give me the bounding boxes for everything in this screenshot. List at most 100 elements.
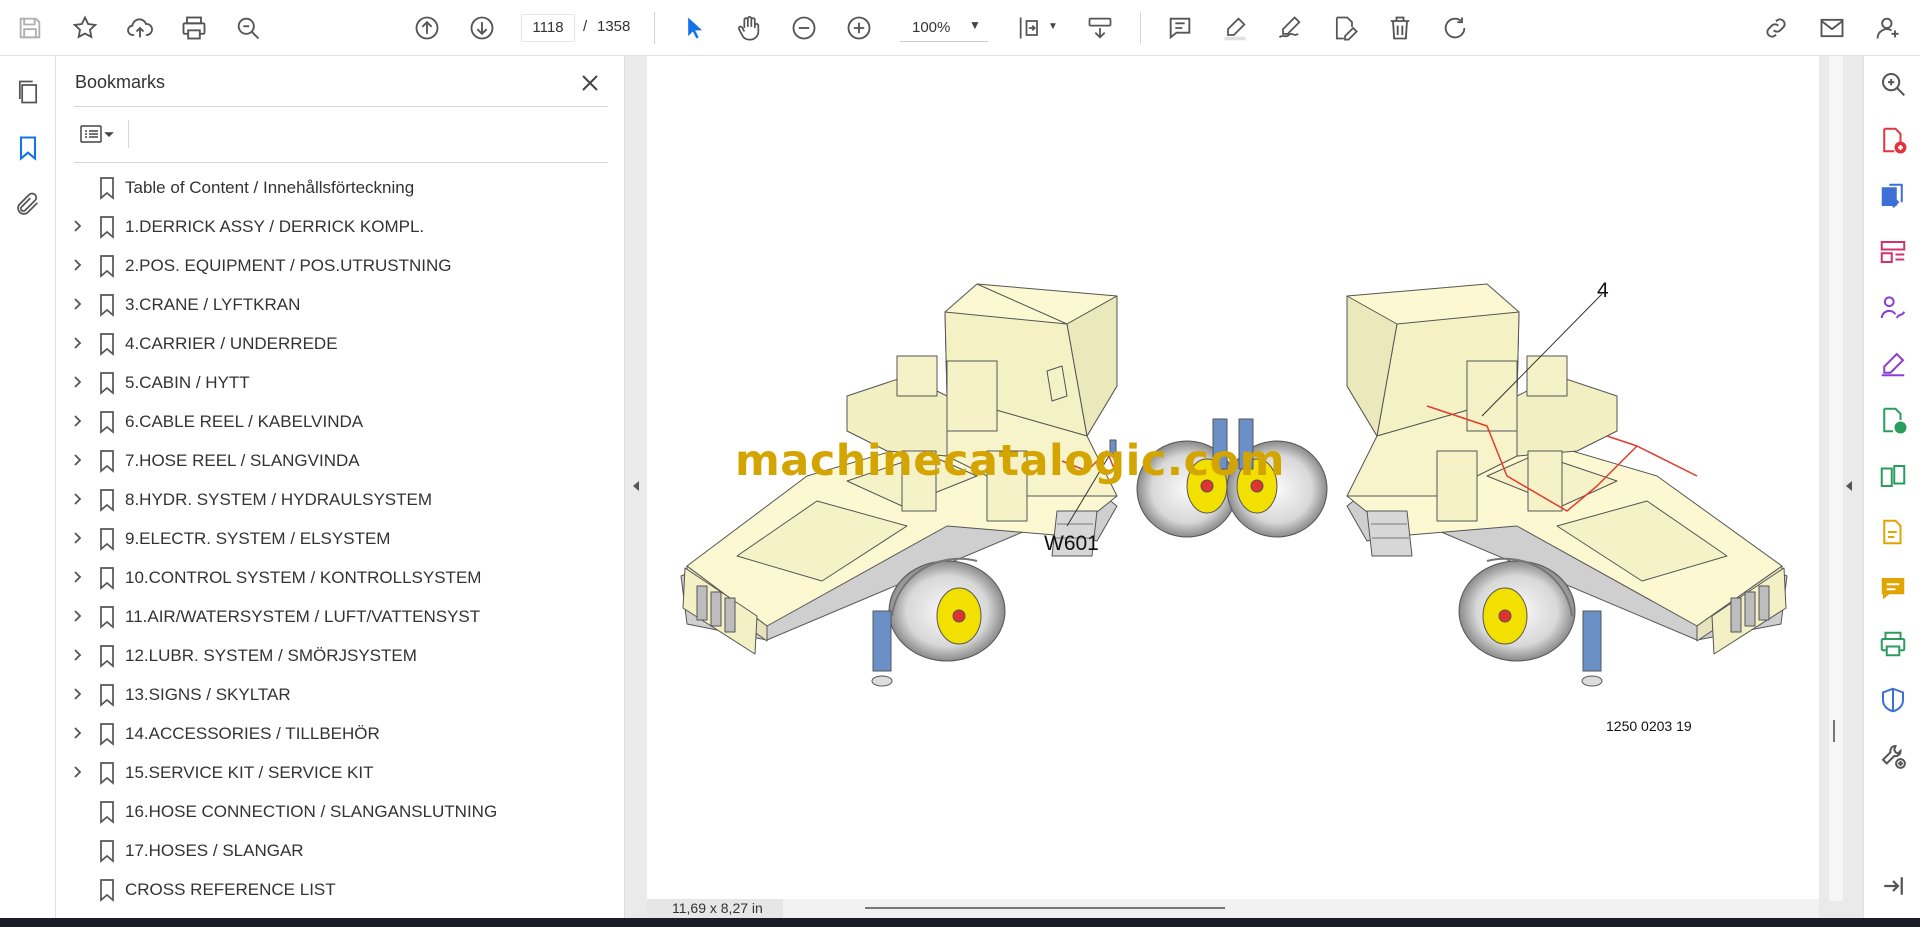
bookmark-item[interactable]: 2.POS. EQUIPMENT / POS.UTRUSTNING <box>56 246 625 285</box>
protect-icon[interactable] <box>1875 682 1911 718</box>
vertical-scrollbar[interactable] <box>1829 56 1843 901</box>
bookmark-item[interactable]: 16.HOSE CONNECTION / SLANGANSLUTNING <box>56 792 625 831</box>
upload-cloud-icon[interactable] <box>122 10 158 46</box>
chevron-right-icon[interactable] <box>70 413 86 429</box>
export-pdf-icon[interactable] <box>1875 178 1911 214</box>
bookmarks-panel: Bookmarks Table of Content / Innehållsfö… <box>56 56 625 918</box>
email-icon[interactable] <box>1814 10 1850 46</box>
bookmark-icon <box>100 762 114 785</box>
bookmark-label: Table of Content / Innehållsförteckning <box>125 178 415 197</box>
bookmarks-title: Bookmarks <box>75 72 166 92</box>
horizontal-scrollbar[interactable] <box>865 907 1225 909</box>
chevron-right-icon[interactable] <box>70 335 86 351</box>
share-link-icon[interactable] <box>1758 10 1794 46</box>
bookmark-options-button[interactable] <box>74 118 120 150</box>
bookmark-item[interactable]: CROSS REFERENCE LIST <box>56 870 625 909</box>
more-tools-icon[interactable] <box>1875 738 1911 774</box>
bookmark-label: 3.CRANE / LYFTKRAN <box>125 295 301 314</box>
bookmark-item[interactable]: Table of Content / Innehållsförteckning <box>56 168 625 207</box>
compare-icon[interactable] <box>1875 458 1911 494</box>
zoom-tool-icon[interactable] <box>1875 66 1911 102</box>
right-tools-rail <box>1863 56 1920 918</box>
print-icon[interactable] <box>176 10 212 46</box>
chevron-right-icon[interactable] <box>70 530 86 546</box>
bookmark-item[interactable]: 1.DERRICK ASSY / DERRICK KOMPL. <box>56 207 625 246</box>
zoom-in-icon[interactable] <box>841 10 877 46</box>
account-icon[interactable] <box>1870 10 1906 46</box>
comment-tool-icon[interactable] <box>1875 570 1911 606</box>
delete-icon[interactable] <box>1382 10 1418 46</box>
bookmark-item[interactable]: 4.CARRIER / UNDERREDE <box>56 324 625 363</box>
chevron-right-icon[interactable] <box>70 569 86 585</box>
collapse-pane-icon[interactable] <box>1875 868 1911 904</box>
chevron-right-icon[interactable] <box>70 647 86 663</box>
bookmark-label: 7.HOSE REEL / SLANGVINDA <box>125 451 360 470</box>
bookmark-item[interactable]: 13.SIGNS / SKYLTAR <box>56 675 625 714</box>
edit-pdf-icon[interactable] <box>1875 514 1911 550</box>
bookmark-label: 15.SERVICE KIT / SERVICE KIT <box>125 763 374 782</box>
page-number-input[interactable]: 1118 <box>521 14 575 42</box>
bookmark-item[interactable]: 9.ELECTR. SYSTEM / ELSYSTEM <box>56 519 625 558</box>
bookmark-label: 11.AIR/WATERSYSTEM / LUFT/VATTENSYST <box>125 607 481 626</box>
bookmark-list: Table of Content / Innehållsförteckning 1… <box>56 168 625 909</box>
bookmark-item[interactable]: 6.CABLE REEL / KABELVINDA <box>56 402 625 441</box>
select-arrow-icon[interactable] <box>676 10 712 46</box>
chevron-right-icon[interactable] <box>70 452 86 468</box>
rotate-icon[interactable] <box>1437 10 1473 46</box>
bookmark-item[interactable]: 7.HOSE REEL / SLANGVINDA <box>56 441 625 480</box>
document-page[interactable]: machinecatalogic.com W601 4 1250 0203 19 <box>647 56 1819 901</box>
bookmark-item[interactable]: 8.HYDR. SYSTEM / HYDRAULSYSTEM <box>56 480 625 519</box>
request-signature-icon[interactable] <box>1875 290 1911 326</box>
bookmark-label: 16.HOSE CONNECTION / SLANGANSLUTNING <box>125 802 498 821</box>
zoom-out-icon[interactable] <box>786 10 822 46</box>
comment-icon[interactable] <box>1162 10 1198 46</box>
bookmark-item[interactable]: 10.CONTROL SYSTEM / KONTROLLSYSTEM <box>56 558 625 597</box>
send-for-review-icon[interactable] <box>1875 402 1911 438</box>
organize-pages-icon[interactable] <box>1875 234 1911 270</box>
bookmark-icon <box>100 411 114 434</box>
close-icon[interactable] <box>575 68 605 98</box>
bookmark-label: CROSS REFERENCE LIST <box>125 880 336 899</box>
edit-text-icon[interactable] <box>1327 10 1363 46</box>
draw-icon[interactable] <box>1272 10 1308 46</box>
save-icon[interactable] <box>12 10 48 46</box>
zoom-search-icon[interactable] <box>230 10 266 46</box>
chevron-right-icon[interactable] <box>70 296 86 312</box>
chevron-right-icon[interactable] <box>70 374 86 390</box>
page-up-icon[interactable] <box>409 10 445 46</box>
bookmark-item[interactable]: 11.AIR/WATERSYSTEM / LUFT/VATTENSYST <box>56 597 625 636</box>
bookmark-item[interactable]: 12.LUBR. SYSTEM / SMÖRJSYSTEM <box>56 636 625 675</box>
bookmark-icon[interactable] <box>10 130 46 166</box>
chevron-right-icon[interactable] <box>70 686 86 702</box>
bookmark-item[interactable]: 14.ACCESSORIES / TILLBEHÖR <box>56 714 625 753</box>
collapse-left-panel-icon[interactable] <box>630 476 642 496</box>
bookmark-item[interactable]: 15.SERVICE KIT / SERVICE KIT <box>56 753 625 792</box>
scrollbar-thumb[interactable] <box>1833 720 1835 742</box>
chevron-right-icon[interactable] <box>70 491 86 507</box>
bookmark-icon <box>100 567 114 590</box>
star-icon[interactable] <box>67 10 103 46</box>
attachment-icon[interactable] <box>10 186 46 222</box>
scroll-mode-icon[interactable] <box>1082 10 1118 46</box>
print-production-icon[interactable] <box>1875 626 1911 662</box>
chevron-right-icon[interactable] <box>70 725 86 741</box>
bookmark-item[interactable]: 5.CABIN / HYTT <box>56 363 625 402</box>
chevron-down-icon[interactable]: ▼ <box>969 18 981 32</box>
bookmark-item[interactable]: 3.CRANE / LYFTKRAN <box>56 285 625 324</box>
page-down-icon[interactable] <box>464 10 500 46</box>
chevron-down-icon[interactable]: ▼ <box>1048 21 1058 32</box>
chevron-right-icon[interactable] <box>70 218 86 234</box>
create-pdf-icon[interactable] <box>1875 122 1911 158</box>
chevron-right-icon[interactable] <box>70 608 86 624</box>
collapse-right-panel-icon[interactable] <box>1843 476 1855 496</box>
fill-sign-icon[interactable] <box>1875 346 1911 382</box>
bookmark-item[interactable]: 17.HOSES / SLANGAR <box>56 831 625 870</box>
hand-icon[interactable] <box>731 10 767 46</box>
fit-page-icon[interactable] <box>1012 10 1048 46</box>
chevron-right-icon[interactable] <box>70 764 86 780</box>
pages-icon[interactable] <box>10 74 46 110</box>
bookmark-label: 9.ELECTR. SYSTEM / ELSYSTEM <box>125 529 391 548</box>
bookmark-icon <box>100 177 114 200</box>
highlight-pen-icon[interactable] <box>1217 10 1253 46</box>
chevron-right-icon[interactable] <box>70 257 86 273</box>
